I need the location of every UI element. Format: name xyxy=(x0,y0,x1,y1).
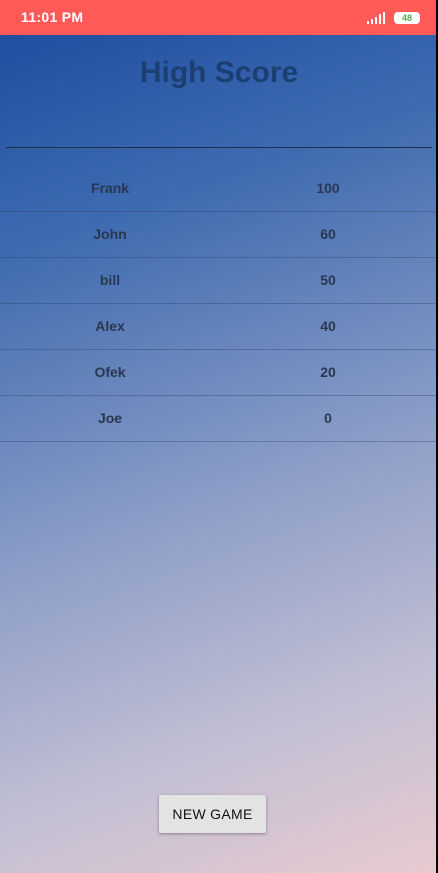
player-score: 60 xyxy=(320,226,336,242)
player-name: Joe xyxy=(97,410,123,426)
battery-level: 48 xyxy=(401,12,412,23)
table-row: Joe 0 xyxy=(0,396,438,442)
title-divider xyxy=(6,147,432,148)
status-bar: 11:01 PM 48 xyxy=(0,0,438,35)
status-icons: 48 xyxy=(366,10,420,26)
player-score: 100 xyxy=(316,180,340,196)
table-row: John 60 xyxy=(0,212,438,258)
status-time: 11:01 PM xyxy=(21,9,84,25)
signal-icon xyxy=(366,11,388,25)
player-name: John xyxy=(93,226,127,242)
battery-icon: 48 xyxy=(394,12,420,24)
player-score: 50 xyxy=(320,272,336,288)
player-name: Frank xyxy=(90,180,130,196)
table-row: Ofek 20 xyxy=(0,350,438,396)
new-game-button[interactable]: NEW GAME xyxy=(159,795,266,833)
score-table: Frank 100 John 60 bill 50 Alex 40 Ofek 2… xyxy=(0,166,438,442)
high-score-screen: 11:01 PM 48 High Score Frank 100 John 60… xyxy=(0,0,438,873)
player-score: 20 xyxy=(320,364,336,380)
table-row: bill 50 xyxy=(0,258,438,304)
player-score: 0 xyxy=(324,410,332,426)
player-name: bill xyxy=(99,272,121,288)
page-title: High Score xyxy=(139,56,299,89)
player-name: Ofek xyxy=(94,364,126,380)
table-row: Frank 100 xyxy=(0,166,438,212)
player-name: Alex xyxy=(95,318,125,334)
player-score: 40 xyxy=(320,318,336,334)
table-row: Alex 40 xyxy=(0,304,438,350)
